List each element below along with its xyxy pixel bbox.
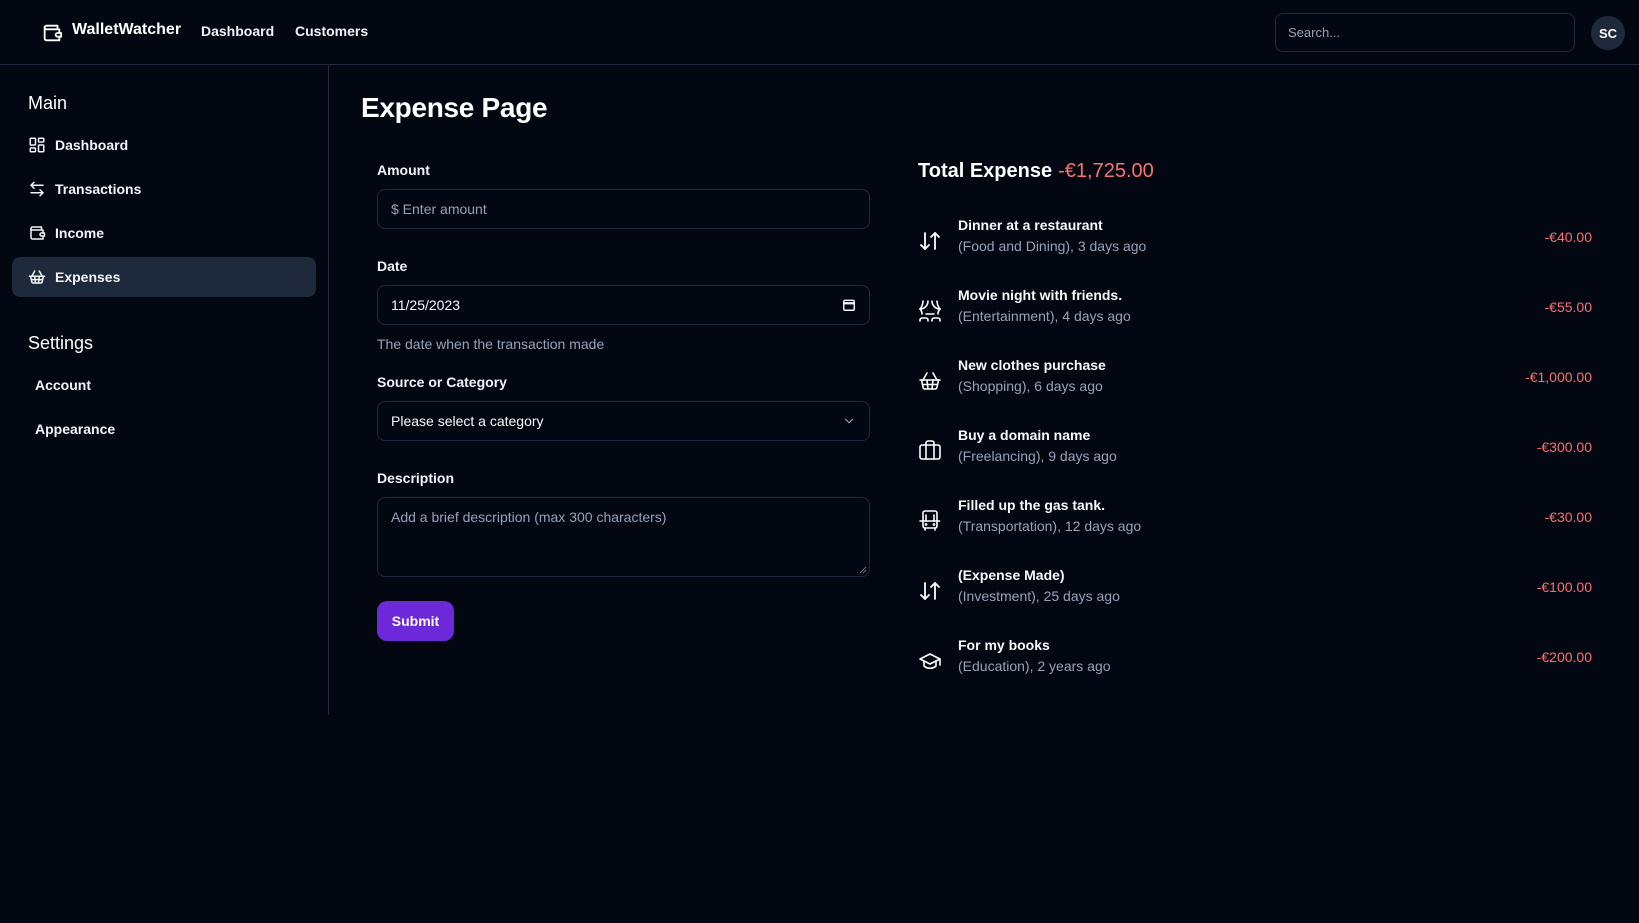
transaction-row: Buy a domain name (Freelancing), 9 days … (918, 427, 1592, 477)
category-selected-value: Please select a category (391, 413, 544, 429)
date-label: Date (377, 258, 408, 274)
sidebar-heading-main: Main (28, 93, 68, 113)
amount-label: Amount (377, 162, 430, 178)
sidebar-item-label: Expenses (55, 269, 121, 285)
transaction-meta: (Investment), 25 days ago (958, 588, 1120, 604)
app-title[interactable]: WalletWatcher (72, 21, 181, 39)
category-select[interactable]: Please select a category (377, 401, 870, 441)
sidebar-heading-settings: Settings (28, 333, 94, 353)
sidebar-item-account[interactable]: Account (35, 377, 91, 393)
transaction-title: Filled up the gas tank. (958, 497, 1106, 513)
sidebar-item-label: Transactions (55, 181, 142, 197)
transaction-title: New clothes purchase (958, 357, 1106, 373)
transaction-amount: -€200.00 (1536, 649, 1592, 665)
calendar-icon[interactable] (842, 298, 856, 312)
sidebar-item-income[interactable]: Income (12, 213, 316, 253)
transaction-meta: (Transportation), 12 days ago (958, 518, 1142, 534)
sidebar-item-transactions[interactable]: Transactions (12, 169, 316, 209)
transaction-meta: (Education), 2 years ago (958, 658, 1111, 674)
arrows-up-down-icon (918, 229, 942, 253)
transaction-meta: (Freelancing), 9 days ago (958, 448, 1117, 464)
transaction-meta: (Entertainment), 4 days ago (958, 308, 1131, 324)
transaction-row: Filled up the gas tank. (Transportation)… (918, 497, 1592, 547)
sidebar-item-appearance[interactable]: Appearance (35, 421, 115, 437)
nav-link-dashboard[interactable]: Dashboard (201, 23, 274, 39)
nav-link-customers[interactable]: Customers (295, 23, 368, 39)
transaction-meta: (Shopping), 6 days ago (958, 378, 1103, 394)
transaction-amount: -€30.00 (1544, 509, 1592, 525)
theater-masks-icon (918, 299, 942, 323)
date-input[interactable]: 11/25/2023 (377, 285, 870, 325)
resize-grip-icon[interactable] (859, 566, 867, 574)
arrows-up-down-icon (918, 579, 942, 603)
description-label: Description (377, 470, 455, 486)
arrows-left-right-icon (28, 180, 46, 198)
transaction-meta: (Food and Dining), 3 days ago (958, 238, 1147, 254)
total-expense: Total Expense -€1,725.00 (918, 160, 1154, 183)
category-label: Source or Category (377, 374, 507, 390)
transaction-title: Dinner at a restaurant (958, 217, 1103, 233)
page-title: Expense Page (361, 92, 548, 123)
bus-icon (918, 509, 942, 533)
transaction-row: New clothes purchase (Shopping), 6 days … (918, 357, 1592, 407)
briefcase-icon (918, 439, 942, 463)
transaction-title: For my books (958, 637, 1050, 653)
amount-input[interactable]: $ Enter amount (377, 189, 870, 229)
transaction-title: Movie night with friends. (958, 287, 1123, 303)
transaction-row: Movie night with friends. (Entertainment… (918, 287, 1592, 337)
transaction-amount: -€100.00 (1536, 579, 1592, 595)
wallet-icon (41, 22, 63, 44)
total-expense-value: -€1,725.00 (1058, 160, 1154, 182)
transaction-amount: -€300.00 (1536, 439, 1592, 455)
basket-icon (918, 369, 942, 393)
wallet-icon (28, 224, 46, 242)
transaction-row: (Expense Made) (Investment), 25 days ago… (918, 567, 1592, 617)
date-help-text: The date when the transaction made (377, 336, 605, 352)
top-navbar: WalletWatcher Dashboard Customers SC (0, 0, 1639, 65)
sidebar-item-label: Income (55, 225, 105, 241)
sidebar-item-label: Dashboard (55, 137, 129, 153)
sidebar: Main Dashboard Transactions Income Expen… (0, 65, 329, 715)
description-placeholder: Add a brief description (max 300 charact… (391, 509, 667, 525)
amount-placeholder: $ Enter amount (391, 201, 487, 217)
transaction-row: For my books (Education), 2 years ago -€… (918, 637, 1592, 687)
avatar[interactable]: SC (1591, 16, 1625, 50)
dashboard-grid-icon (28, 136, 46, 154)
date-value: 11/25/2023 (391, 297, 461, 313)
transaction-title: Buy a domain name (958, 427, 1091, 443)
description-textarea[interactable]: Add a brief description (max 300 charact… (377, 497, 870, 577)
transaction-amount: -€1,000.00 (1525, 369, 1592, 385)
transaction-title: (Expense Made) (958, 567, 1065, 583)
sidebar-item-dashboard[interactable]: Dashboard (12, 125, 316, 165)
transaction-amount: -€55.00 (1544, 299, 1592, 315)
transaction-row: Dinner at a restaurant (Food and Dining)… (918, 217, 1592, 267)
total-expense-label: Total Expense (918, 160, 1053, 182)
chevron-down-icon (842, 414, 856, 428)
graduation-cap-icon (918, 649, 942, 673)
sidebar-item-expenses[interactable]: Expenses (12, 257, 316, 297)
search-input[interactable] (1275, 13, 1575, 52)
basket-icon (28, 268, 46, 286)
submit-button[interactable]: Submit (377, 601, 454, 641)
transaction-amount: -€40.00 (1544, 229, 1592, 245)
